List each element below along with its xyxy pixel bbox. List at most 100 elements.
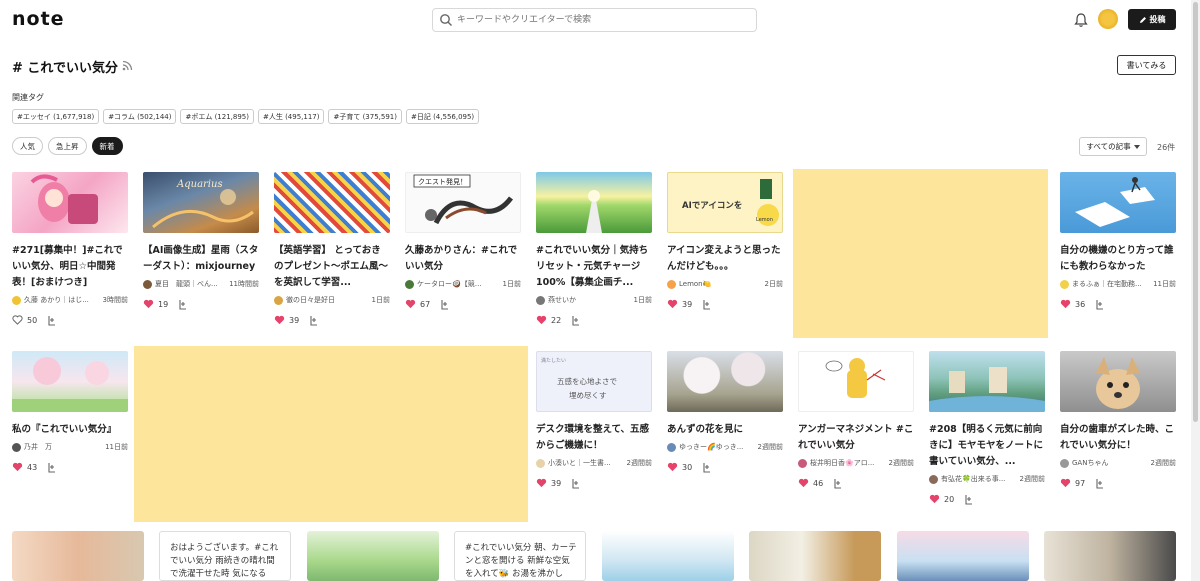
- article-thumbnail[interactable]: [307, 531, 439, 581]
- article-title[interactable]: 【AI画像生成】星雨（スターダスト）：mixjourney: [143, 243, 259, 275]
- heart-filled-icon[interactable]: [536, 478, 547, 488]
- article-card[interactable]: クエスト発見！ 久藤あかりさん：#これでいい気分 ケータロー🥥【競う... 1日前…: [405, 172, 521, 311]
- author-name[interactable]: 有弘花🍀出来る事...: [941, 474, 1005, 484]
- magazine-add-icon[interactable]: [964, 494, 974, 505]
- author-avatar[interactable]: [12, 295, 21, 305]
- article-card[interactable]: #208【明るく元気に前向きに】モヤモヤをノートに書いていい気分、... 有弘花…: [929, 351, 1045, 506]
- author-name[interactable]: ゆっきー🌈ゆっき...: [679, 442, 743, 452]
- article-title[interactable]: 私の『これでいい気分』: [12, 422, 128, 438]
- tag-column[interactable]: #コラム (502,144): [103, 109, 177, 124]
- article-thumbnail[interactable]: [536, 172, 652, 233]
- user-avatar[interactable]: [1098, 9, 1118, 29]
- article-card[interactable]: Aquarius 【AI画像生成】星雨（スターダスト）：mixjourney 夏…: [143, 172, 259, 311]
- sort-trending[interactable]: 急上昇: [48, 137, 87, 155]
- article-thumbnail[interactable]: [1044, 531, 1176, 581]
- author-name[interactable]: 乃井 万: [24, 442, 52, 452]
- article-card[interactable]: #これでいい気分｜気持ちリセット・元気チャージ100%【募集企画チ... 燕せい…: [536, 172, 652, 327]
- heart-filled-icon[interactable]: [274, 315, 285, 325]
- author-name[interactable]: ケータロー🥥【競う...: [417, 279, 487, 289]
- article-thumbnail[interactable]: [929, 351, 1045, 412]
- magazine-add-icon[interactable]: [309, 315, 319, 326]
- heart-filled-icon[interactable]: [12, 462, 23, 472]
- article-title[interactable]: #271[募集中！]#これでいい気分、明日☆中間発表！[おまけつき]: [12, 243, 128, 291]
- author-name[interactable]: 桜井明日香🌸アロ...: [810, 458, 874, 468]
- article-card[interactable]: #271[募集中！]#これでいい気分、明日☆中間発表！[おまけつき] 久藤 あか…: [12, 172, 128, 327]
- magazine-add-icon[interactable]: [571, 315, 581, 326]
- tag-parenting[interactable]: #子育て (375,591): [328, 109, 402, 124]
- author-avatar[interactable]: [1060, 458, 1069, 468]
- article-thumbnail[interactable]: [667, 351, 783, 412]
- author-avatar[interactable]: [536, 458, 545, 468]
- text-article-card[interactable]: #これでいい気分 朝、カーテンと窓を開ける 新鮮な空気を入れて🐝 お湯を沸かし: [454, 531, 586, 581]
- search-box[interactable]: [432, 8, 757, 32]
- author-avatar[interactable]: [143, 279, 152, 289]
- author-name[interactable]: GANちゃん: [1072, 458, 1108, 468]
- magazine-add-icon[interactable]: [702, 299, 712, 310]
- article-thumbnail[interactable]: 五感を心地よさで 埋め尽くす 満たしたい: [536, 351, 652, 412]
- article-filter-dropdown[interactable]: すべての記事: [1079, 137, 1147, 156]
- author-name[interactable]: まるふぁ｜在宅勤務...: [1072, 279, 1142, 289]
- write-button[interactable]: 書いてみる: [1117, 55, 1176, 75]
- article-title[interactable]: 【英語学習】 とっておきのプレゼント〜ポエム風〜 を英訳して学習...: [274, 243, 390, 291]
- note-logo[interactable]: note: [12, 8, 65, 30]
- author-avatar[interactable]: [1060, 279, 1069, 289]
- article-thumbnail[interactable]: クエスト発見！: [405, 172, 521, 233]
- heart-filled-icon[interactable]: [405, 299, 416, 309]
- search-input[interactable]: [457, 11, 747, 29]
- article-title[interactable]: アイコン変えようと思ったんだけども。。。: [667, 243, 783, 275]
- article-thumbnail[interactable]: [798, 351, 914, 412]
- author-name[interactable]: Lemon🍋: [679, 280, 711, 288]
- magazine-add-icon[interactable]: [702, 462, 712, 473]
- article-thumbnail[interactable]: [897, 531, 1029, 581]
- article-title[interactable]: #208【明るく元気に前向きに】モヤモヤをノートに書いていい気分、...: [929, 422, 1045, 470]
- article-thumbnail[interactable]: [1060, 172, 1176, 233]
- article-thumbnail[interactable]: [12, 531, 144, 581]
- sort-popular[interactable]: 人気: [12, 137, 43, 155]
- ad-slot[interactable]: [793, 169, 1048, 338]
- author-name[interactable]: 久藤 あかり｜はじ...: [24, 295, 89, 305]
- author-avatar[interactable]: [274, 295, 283, 305]
- article-card[interactable]: あんずの花を見に ゆっきー🌈ゆっき... 2週間前 30: [667, 351, 783, 474]
- author-avatar[interactable]: [405, 279, 414, 289]
- magazine-add-icon[interactable]: [833, 478, 843, 489]
- article-thumbnail[interactable]: [274, 172, 390, 233]
- author-avatar[interactable]: [12, 442, 21, 452]
- article-card[interactable]: AIでアイコンを Lemon アイコン変えようと思ったんだけども。。。 Lemon…: [667, 172, 783, 311]
- heart-filled-icon[interactable]: [536, 315, 547, 325]
- tag-poem[interactable]: #ポエム (121,895): [180, 109, 254, 124]
- article-card[interactable]: 自分の歯車がズレた時、これでいい気分に！ GANちゃん 2週間前 97: [1060, 351, 1176, 490]
- author-name[interactable]: 燕せいか: [548, 295, 576, 305]
- magazine-add-icon[interactable]: [47, 315, 57, 326]
- article-card[interactable]: アンガーマネジメント #これでいい気分 桜井明日香🌸アロ... 2週間前 46: [798, 351, 914, 490]
- magazine-add-icon[interactable]: [1095, 299, 1105, 310]
- heart-filled-icon[interactable]: [798, 478, 809, 488]
- author-name[interactable]: 夏目 龍頭｜べん...: [155, 279, 218, 289]
- heart-filled-icon[interactable]: [667, 462, 678, 472]
- rss-icon[interactable]: [122, 60, 133, 71]
- magazine-add-icon[interactable]: [571, 478, 581, 489]
- tag-life[interactable]: #人生 (495,117): [257, 109, 325, 124]
- text-article-card[interactable]: おはようございます。#これでいい気分 雨続きの晴れ間で洗濯干せた時 気になる: [159, 531, 291, 581]
- article-thumbnail[interactable]: [1060, 351, 1176, 412]
- article-thumbnail[interactable]: [749, 531, 881, 581]
- post-button[interactable]: 投稿: [1128, 9, 1176, 30]
- magazine-add-icon[interactable]: [440, 299, 450, 310]
- scrollbar-thumb[interactable]: [1193, 2, 1198, 422]
- author-avatar[interactable]: [798, 458, 807, 468]
- article-thumbnail[interactable]: [12, 351, 128, 412]
- article-thumbnail[interactable]: [12, 172, 128, 233]
- author-avatar[interactable]: [667, 442, 676, 452]
- heart-filled-icon[interactable]: [1060, 478, 1071, 488]
- article-title[interactable]: あんずの花を見に: [667, 422, 783, 438]
- article-thumbnail[interactable]: AIでアイコンを Lemon: [667, 172, 783, 233]
- author-name[interactable]: 小湊いと｜一生書...: [548, 458, 611, 468]
- tag-essay[interactable]: #エッセイ (1,677,918): [12, 109, 100, 124]
- sort-new[interactable]: 新着: [91, 137, 123, 155]
- bell-icon[interactable]: [1074, 12, 1088, 28]
- author-avatar[interactable]: [536, 295, 545, 305]
- article-card[interactable]: 私の『これでいい気分』 乃井 万 11日前 43: [12, 351, 128, 474]
- article-title[interactable]: 自分の歯車がズレた時、これでいい気分に！: [1060, 422, 1176, 454]
- magazine-add-icon[interactable]: [47, 462, 57, 473]
- article-title[interactable]: #これでいい気分｜気持ちリセット・元気チャージ100%【募集企画チ...: [536, 243, 652, 291]
- heart-filled-icon[interactable]: [143, 299, 154, 309]
